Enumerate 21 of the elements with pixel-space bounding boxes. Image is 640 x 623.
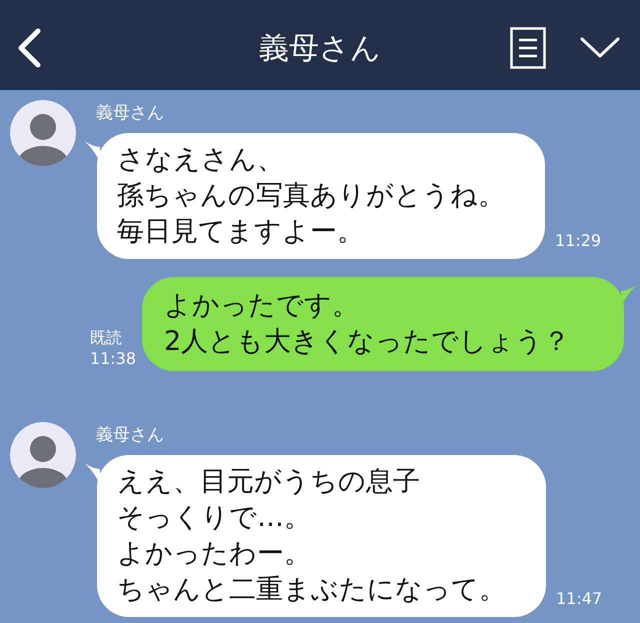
sender-name: 義母さん — [96, 424, 165, 447]
message-line: 毎日見てますよー。 — [117, 215, 365, 249]
menu-icon[interactable] — [510, 27, 546, 69]
avatar-icon — [10, 422, 76, 488]
message-line: 孫ちゃんの写真ありがとうね。 — [117, 179, 505, 213]
message-line: さなえさん、 — [117, 143, 285, 177]
message-line: そっくりで…。 — [117, 501, 312, 535]
back-icon[interactable] — [16, 28, 42, 68]
avatar-icon — [10, 100, 76, 166]
sender-name: 義母さん — [96, 102, 165, 125]
message-time: 11:29 — [555, 231, 602, 251]
read-receipt: 既読 — [90, 327, 123, 349]
chevron-down-icon[interactable] — [580, 37, 620, 59]
message-time: 11:38 — [90, 349, 136, 369]
message-line: 2人とも大きくなったでしょう？ — [164, 325, 572, 359]
message-line: ええ、目元がうちの息子 — [117, 465, 421, 499]
message-time: 11:47 — [556, 589, 602, 609]
message-line: よかったわー。 — [117, 537, 312, 571]
chat-title: 義母さん — [258, 30, 382, 68]
message-line: よかったです。 — [164, 289, 360, 323]
message-line: ちゃんと二重まぶたになって。 — [117, 573, 506, 607]
